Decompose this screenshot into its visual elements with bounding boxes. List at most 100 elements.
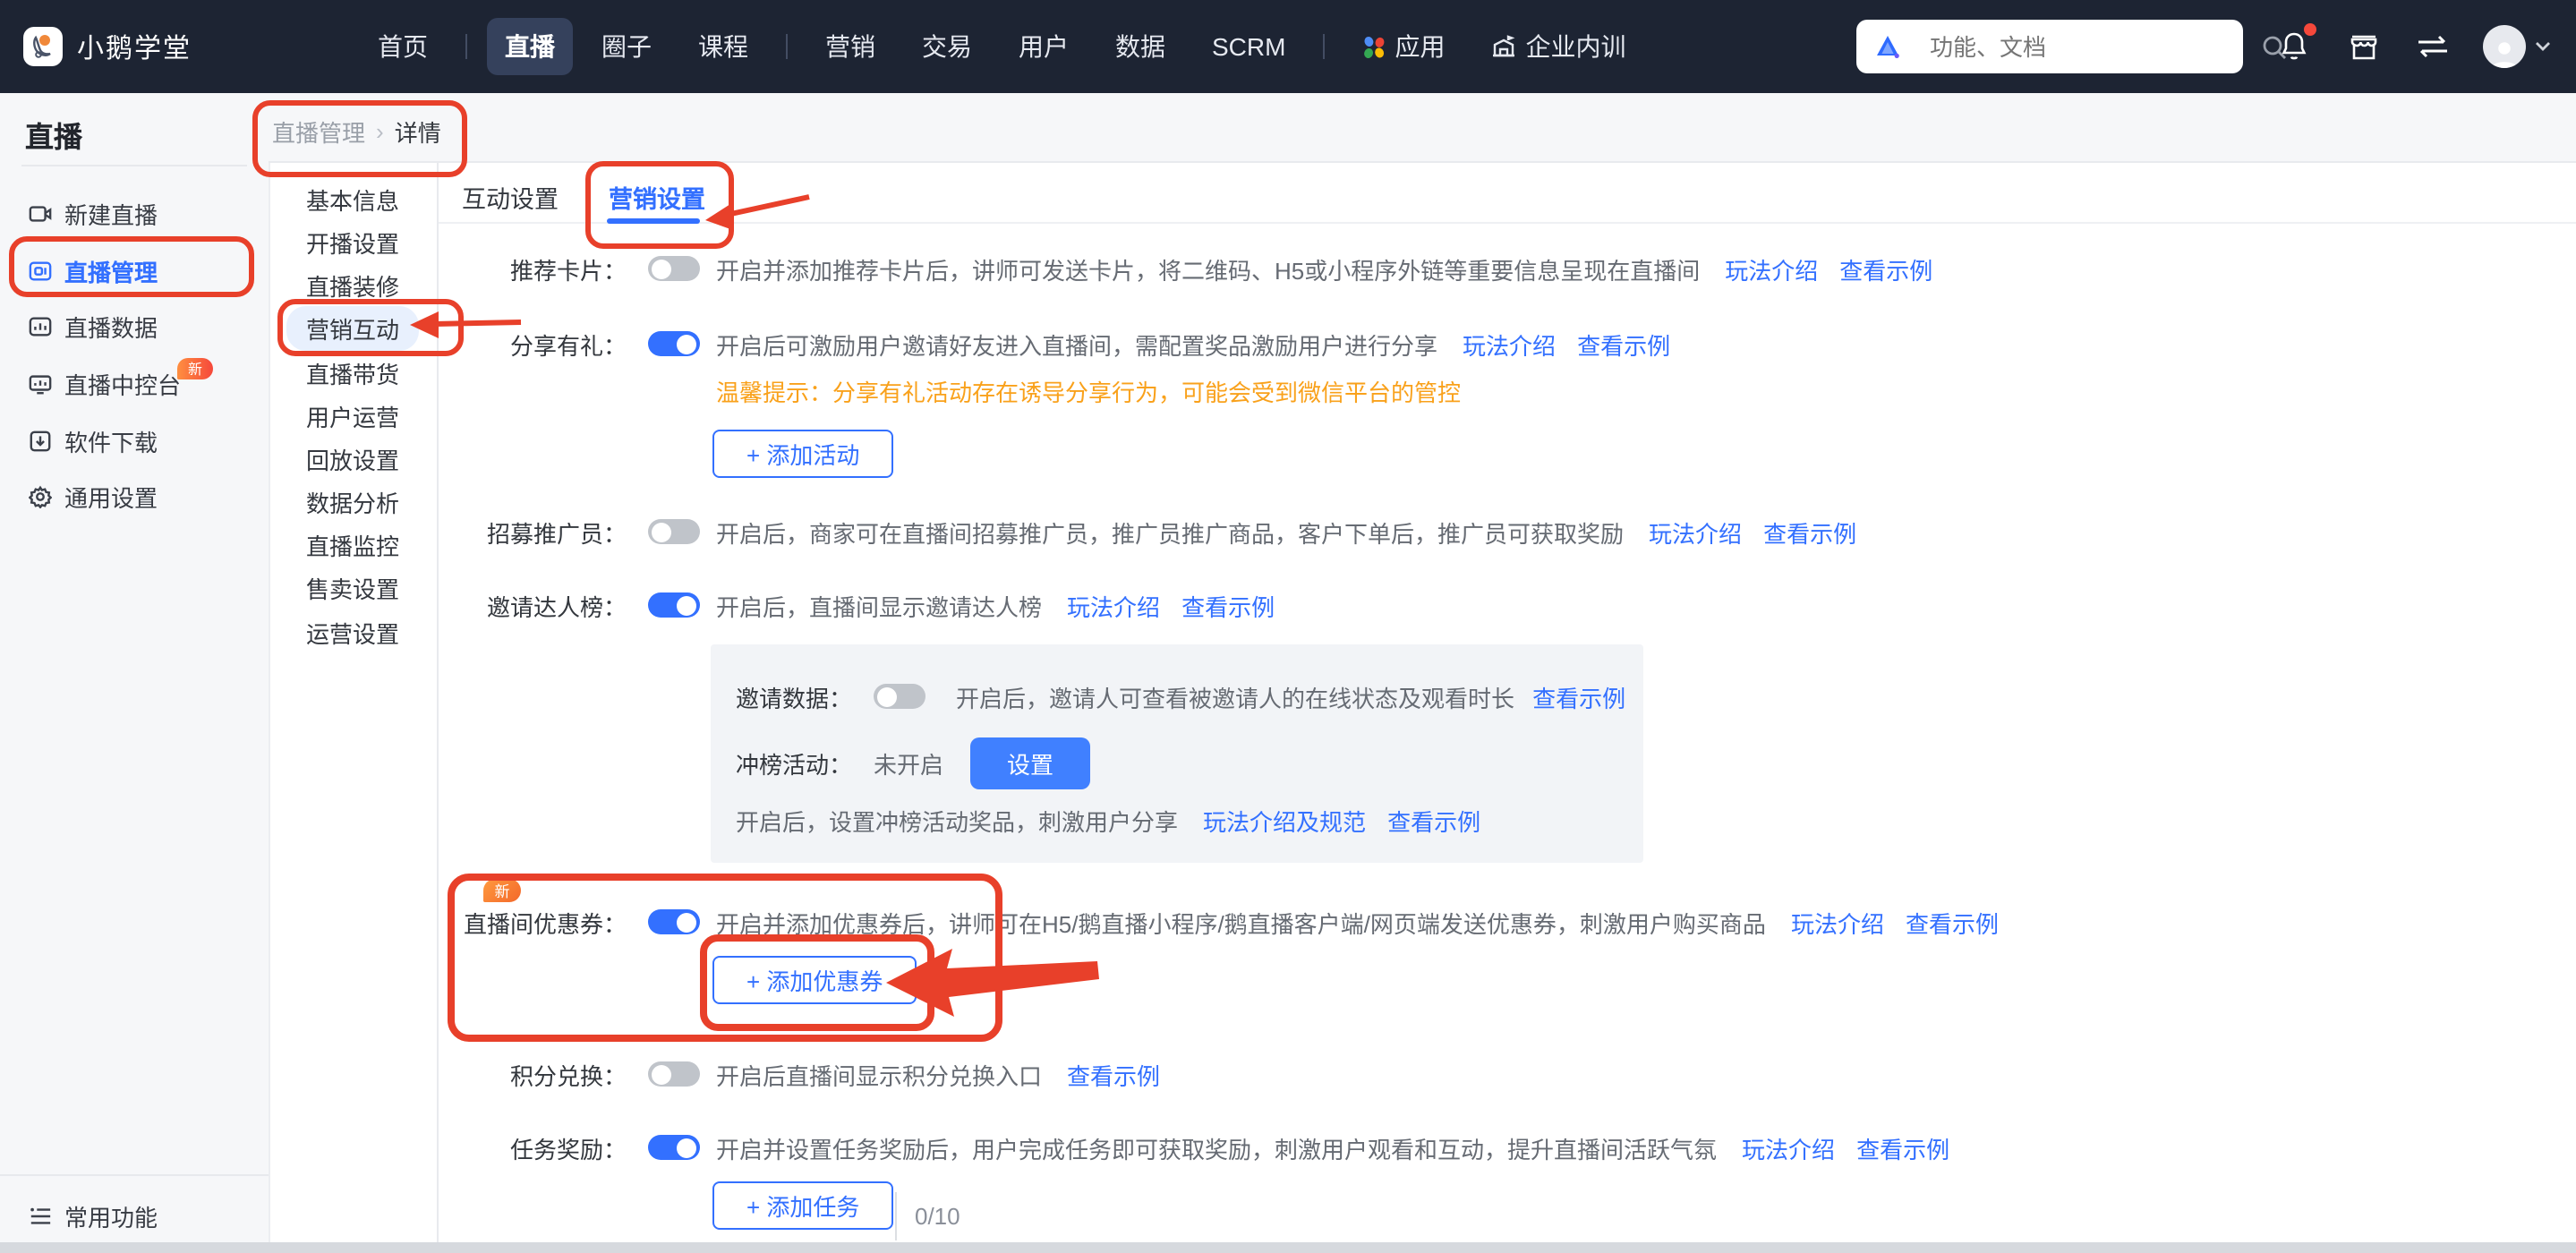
sidebar-item-live-data[interactable]: 直播数据 bbox=[0, 306, 269, 345]
breadcrumb-separator: › bbox=[376, 118, 384, 145]
sidebar-title: 直播 bbox=[25, 124, 83, 154]
view-example-link[interactable]: 查看示例 bbox=[1181, 588, 1275, 622]
content-top-divider bbox=[269, 161, 2576, 163]
active-tab-underline bbox=[607, 218, 700, 224]
search-box[interactable] bbox=[1856, 20, 2286, 73]
bottom-scrollbar-track[interactable] bbox=[0, 1242, 2576, 1253]
sidebar-item-live-management[interactable]: 直播管理 bbox=[0, 251, 269, 290]
storefront-icon[interactable] bbox=[2343, 27, 2383, 66]
nav-item-marketing[interactable]: 营销 bbox=[807, 18, 893, 75]
sidebar-footer-divider bbox=[0, 1174, 269, 1176]
gameplay-intro-link[interactable]: 玩法介绍 bbox=[1463, 327, 1556, 361]
nav-item-enterprise-training[interactable]: 企业内训 bbox=[1473, 18, 1643, 75]
view-example-link[interactable]: 查看示例 bbox=[1387, 803, 1480, 837]
gameplay-intro-link[interactable]: 玩法介绍 bbox=[1791, 905, 1884, 939]
setting-row-points-exchange: 积分兑换： 开启后直播间显示积分兑换入口 查看示例 bbox=[437, 1057, 1160, 1091]
search-logo-icon bbox=[1874, 34, 1901, 59]
building-icon bbox=[1491, 34, 1516, 59]
sidebar-item-new-live[interactable]: 新建直播 bbox=[0, 193, 269, 233]
submenu-item-operation-settings[interactable]: 运营设置 bbox=[269, 614, 437, 652]
submenu-item-live-decoration[interactable]: 直播装修 bbox=[269, 267, 437, 304]
points-exchange-toggle[interactable] bbox=[648, 1061, 700, 1087]
gameplay-rules-link[interactable]: 玩法介绍及规范 bbox=[1203, 803, 1366, 837]
submenu-item-broadcast-settings[interactable]: 开播设置 bbox=[269, 224, 437, 261]
camera-icon bbox=[29, 201, 52, 225]
bell-icon[interactable] bbox=[2273, 23, 2316, 66]
breadcrumb-parent[interactable]: 直播管理 bbox=[272, 115, 365, 149]
view-example-link[interactable]: 查看示例 bbox=[1839, 251, 1932, 286]
submenu-item-marketing-interaction[interactable]: 营销互动 bbox=[269, 306, 437, 351]
submenu-item-live-monitoring[interactable]: 直播监控 bbox=[269, 526, 437, 564]
view-example-link[interactable]: 查看示例 bbox=[1856, 1130, 1949, 1164]
submenu-item-user-operation[interactable]: 用户运营 bbox=[269, 397, 437, 435]
nav-separator bbox=[1323, 34, 1326, 59]
share-reward-warning: 温馨提示：分享有礼活动存在诱导分享行为，可能会受到微信平台的管控 bbox=[716, 379, 1462, 406]
chevron-down-icon[interactable] bbox=[2535, 41, 2551, 52]
rank-setup-button[interactable]: 设置 bbox=[970, 737, 1091, 789]
avatar[interactable] bbox=[2483, 25, 2526, 68]
swap-icon[interactable] bbox=[2413, 27, 2452, 66]
task-counter: 0/10 bbox=[895, 1192, 960, 1240]
nav-item-apps[interactable]: 应用 bbox=[1344, 18, 1463, 75]
submenu-item-basic-info[interactable]: 基本信息 bbox=[269, 181, 437, 218]
sidebar-item-common-functions[interactable]: 常用功能 bbox=[0, 1192, 269, 1239]
top-nav: 小鹅学堂 首页 直播 圈子 课程 营销 交易 用户 数据 SCRM 应用 企业内… bbox=[0, 0, 2576, 93]
submenu-item-live-commerce[interactable]: 直播带货 bbox=[269, 354, 437, 392]
recommend-card-toggle[interactable] bbox=[648, 256, 700, 281]
tab-marketing-settings[interactable]: 营销设置 bbox=[609, 179, 705, 215]
nav-item-trade[interactable]: 交易 bbox=[904, 18, 990, 75]
view-example-link[interactable]: 查看示例 bbox=[1906, 905, 1999, 939]
sidebar-new-badge: 新 bbox=[177, 358, 213, 379]
sidebar: 直播 新建直播 直播管理 直播数据 直播中控台 新 软件下载 通用设置 常用功能 bbox=[0, 93, 270, 1244]
bar-chart-icon bbox=[29, 314, 52, 337]
nav-item-home[interactable]: 首页 bbox=[360, 18, 446, 75]
live-coupon-toggle[interactable] bbox=[648, 909, 700, 934]
submenu-item-replay-settings[interactable]: 回放设置 bbox=[269, 440, 437, 478]
sidebar-item-live-console[interactable]: 直播中控台 bbox=[0, 363, 269, 403]
share-reward-toggle[interactable] bbox=[648, 331, 700, 356]
submenu-item-sales-settings[interactable]: 售卖设置 bbox=[269, 569, 437, 607]
app-window: 小鹅学堂 首页 直播 圈子 课程 营销 交易 用户 数据 SCRM 应用 企业内… bbox=[0, 0, 2576, 1253]
recruit-promoter-toggle[interactable] bbox=[648, 519, 700, 544]
download-icon bbox=[29, 429, 52, 452]
nav-item-circle[interactable]: 圈子 bbox=[584, 18, 670, 75]
goose-logo-icon[interactable] bbox=[23, 27, 63, 66]
invite-leaderboard-panel: 邀请数据： 开启后，邀请人可查看被邀请人的在线状态及观看时长 查看示例 冲榜活动… bbox=[711, 644, 1643, 863]
coupon-new-badge: 新 bbox=[483, 879, 521, 902]
view-example-link[interactable]: 查看示例 bbox=[1763, 515, 1856, 549]
apps-grid-icon bbox=[1362, 35, 1386, 58]
gameplay-intro-link[interactable]: 玩法介绍 bbox=[1067, 588, 1160, 622]
nav-item-scrm[interactable]: SCRM bbox=[1194, 21, 1303, 72]
add-coupon-button[interactable]: + 添加优惠券 bbox=[712, 956, 917, 1004]
search-input[interactable] bbox=[1926, 31, 2248, 62]
invite-data-toggle[interactable] bbox=[874, 684, 926, 709]
breadcrumb-band bbox=[269, 93, 2576, 161]
add-activity-button[interactable]: + 添加活动 bbox=[712, 430, 894, 478]
view-example-link[interactable]: 查看示例 bbox=[1532, 679, 1625, 713]
sidebar-item-general-settings[interactable]: 通用设置 bbox=[0, 476, 269, 516]
gameplay-intro-link[interactable]: 玩法介绍 bbox=[1649, 515, 1742, 549]
submenu-item-data-analysis[interactable]: 数据分析 bbox=[269, 483, 437, 521]
annotation-arrow-add-coupon bbox=[886, 949, 1099, 1017]
nav-item-data[interactable]: 数据 bbox=[1097, 18, 1183, 75]
tabs-bottom-divider bbox=[439, 222, 2576, 224]
gear-icon bbox=[29, 484, 52, 507]
nav-item-users[interactable]: 用户 bbox=[1001, 18, 1087, 75]
gameplay-intro-link[interactable]: 玩法介绍 bbox=[1742, 1130, 1835, 1164]
nav-item-live[interactable]: 直播 bbox=[487, 18, 573, 75]
view-example-link[interactable]: 查看示例 bbox=[1067, 1057, 1160, 1091]
monitor-icon bbox=[29, 371, 52, 395]
invite-leaderboard-toggle[interactable] bbox=[648, 592, 700, 618]
view-example-link[interactable]: 查看示例 bbox=[1577, 327, 1670, 361]
tab-interaction-settings[interactable]: 互动设置 bbox=[462, 179, 559, 215]
task-reward-toggle[interactable] bbox=[648, 1135, 700, 1160]
sidebar-divider bbox=[21, 165, 247, 166]
nav-right-controls bbox=[1856, 0, 2551, 93]
gameplay-intro-link[interactable]: 玩法介绍 bbox=[1725, 251, 1818, 286]
rank-activity-status: 未开启 bbox=[874, 752, 944, 779]
setting-row-recruit-promoter: 招募推广员： 开启后，商家可在直播间招募推广员，推广员推广商品，客户下单后，推广… bbox=[437, 515, 1856, 549]
add-task-button[interactable]: + 添加任务 bbox=[712, 1181, 894, 1230]
sidebar-item-software-download[interactable]: 软件下载 bbox=[0, 421, 269, 460]
nav-separator bbox=[786, 34, 788, 59]
nav-item-course[interactable]: 课程 bbox=[680, 18, 766, 75]
